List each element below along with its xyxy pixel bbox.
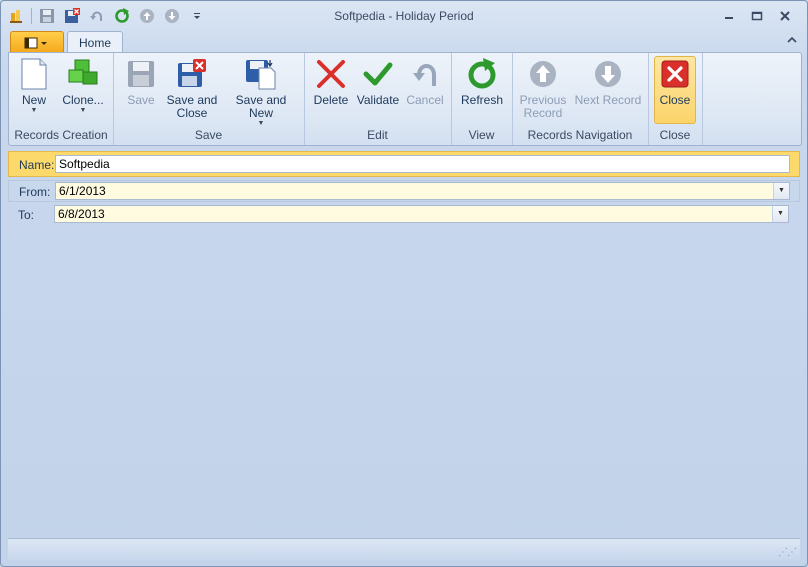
new-button[interactable]: New ▼ [13,57,55,115]
from-date-value: 6/1/2013 [59,184,106,198]
previous-record-icon [526,57,560,91]
delete-label: Delete [313,93,349,107]
previous-record-button[interactable]: Previous Record [517,57,569,120]
refresh-button[interactable]: Refresh [457,57,507,107]
from-row: From: 6/1/2013 ▼ [8,180,800,202]
tab-home[interactable]: Home [67,31,123,54]
maximize-icon[interactable] [743,7,771,25]
close-button[interactable]: Close [654,56,696,124]
save-and-new-button[interactable]: Save and New ▼ [223,57,299,128]
name-row: Name: Softpedia [8,151,800,177]
to-date-value: 6/8/2013 [58,207,105,221]
clone-cubes-icon [66,57,100,91]
group-label-records-creation: Records Creation [14,128,108,142]
save-and-new-dropdown-icon: ▼ [257,120,265,127]
validate-check-icon [361,57,395,91]
window-title: Softpedia - Holiday Period [334,9,474,23]
next-record-button[interactable]: Next Record [572,57,644,107]
group-label-view: View [468,128,495,142]
previous-record-label: Previous Record [519,93,567,120]
ribbon: New ▼ Clone... ▼ Records Creation Save S… [8,52,802,146]
close-window-icon[interactable] [771,7,799,25]
next-record-label: Next Record [574,93,642,107]
clone-dropdown-icon: ▼ [79,107,87,114]
group-records-creation: New ▼ Clone... ▼ Records Creation [9,53,114,145]
group-label-save: Save [194,128,223,142]
application-menu-button[interactable] [10,31,64,53]
from-date-field[interactable]: 6/1/2013 ▼ [55,182,790,200]
save-disk-icon [124,57,158,91]
close-record-icon [658,57,692,91]
tab-row: Home [1,31,807,54]
save-and-new-icon [244,57,278,91]
new-label: New [21,93,46,107]
to-row: To: 6/8/2013 ▼ [8,204,800,226]
save-button[interactable]: Save [121,57,161,107]
cancel-undo-icon [408,57,442,91]
new-document-icon [17,57,51,91]
app-window: Softpedia - Holiday Period Home New ▼ Cl… [0,0,808,567]
save-label: Save [127,93,155,107]
window-controls [715,7,799,25]
group-edit: Delete Validate Cancel Edit [304,53,452,145]
close-label: Close [659,93,691,107]
clone-button[interactable]: Clone... ▼ [57,57,109,115]
group-label-close: Close [659,128,691,142]
clone-label: Clone... [62,93,104,107]
refresh-label: Refresh [460,93,504,107]
refresh-arrow-icon [465,57,499,91]
save-and-new-label: Save and New [235,93,287,120]
to-dropdown-icon[interactable]: ▼ [772,206,788,222]
group-close: Close Close [648,53,703,145]
minimize-icon[interactable] [715,7,743,25]
collapse-ribbon-icon[interactable] [787,35,797,47]
next-record-icon [591,57,625,91]
save-and-close-icon [175,57,209,91]
to-date-field[interactable]: 6/8/2013 ▼ [54,205,789,223]
status-bar: ⋰⋰ [8,538,800,561]
resize-grip-icon[interactable]: ⋰⋰ [778,547,797,558]
name-field[interactable]: Softpedia [55,155,790,173]
group-label-edit: Edit [367,128,388,142]
title-bar: Softpedia - Holiday Period [1,1,807,31]
cancel-label: Cancel [406,93,444,107]
save-and-close-label: Save and Close [166,93,218,120]
to-label: To: [18,208,35,222]
delete-x-icon [314,57,348,91]
record-form: Name: Softpedia From: 6/1/2013 ▼ To: 6/8… [8,147,800,535]
from-dropdown-icon[interactable]: ▼ [773,183,789,199]
new-dropdown-icon: ▼ [30,107,38,114]
validate-button[interactable]: Validate [354,57,402,107]
group-label-records-navigation: Records Navigation [527,128,633,142]
validate-label: Validate [356,93,400,107]
delete-button[interactable]: Delete [310,57,352,107]
group-records-navigation: Previous Record Next Record Records Navi… [512,53,649,145]
save-and-close-button[interactable]: Save and Close [165,57,219,120]
name-label: Name: [19,158,55,172]
from-label: From: [19,185,51,199]
group-save: Save Save and Close Save and New ▼ Save [113,53,305,145]
cancel-button[interactable]: Cancel [404,57,446,107]
menu-icon [24,37,47,48]
group-view: Refresh View [451,53,513,145]
